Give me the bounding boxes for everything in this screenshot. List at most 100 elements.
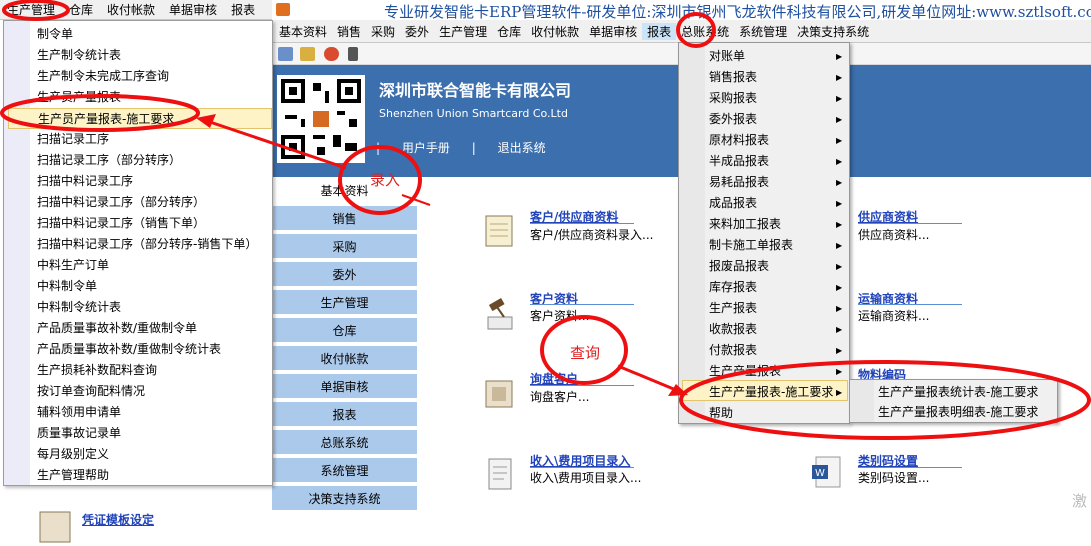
report-menu-item[interactable]: 原材料报表 xyxy=(709,130,769,151)
report-menu-item[interactable]: 收款报表 xyxy=(709,319,757,340)
menu-item[interactable]: 生产损耗补数配料查询 xyxy=(37,360,157,381)
grid-icon[interactable] xyxy=(278,47,293,61)
submenu-item-detail[interactable]: 生产产量报表明细表-施工要求 xyxy=(878,402,1038,422)
menu-item[interactable]: 扫描中料记录工序（部分转序） xyxy=(37,192,205,213)
side-nav-production[interactable]: 生产管理 xyxy=(272,290,417,316)
menu-gutter xyxy=(679,43,705,423)
report-menu-item[interactable]: 委外报表 xyxy=(709,109,757,130)
refresh-icon[interactable] xyxy=(324,47,339,61)
report-menu-item[interactable]: 制卡施工单报表 xyxy=(709,235,793,256)
submenu-arrow-icon: ▶ xyxy=(836,325,843,334)
side-nav-reports[interactable]: 报表 xyxy=(272,402,417,428)
menu-system[interactable]: 系统管理 xyxy=(734,23,792,40)
menu-reports[interactable]: 报表 xyxy=(642,22,677,40)
side-nav-warehouse[interactable]: 仓库 xyxy=(272,318,417,344)
report-menu-item[interactable]: 报废品报表 xyxy=(709,256,769,277)
app-icon xyxy=(276,3,290,16)
outer-menu-warehouse[interactable]: 仓库 xyxy=(62,1,100,18)
tile-underline xyxy=(858,467,962,468)
submenu-arrow-icon: ▶ xyxy=(836,283,843,292)
banner-links: | 用户手册 | 退出系统 xyxy=(376,139,564,156)
menu-item[interactable]: 辅料领用申请单 xyxy=(37,402,121,423)
report-menu-item[interactable]: 帮助 xyxy=(709,403,733,424)
report-menu-item[interactable]: 销售报表 xyxy=(709,67,757,88)
menu-item[interactable]: 扫描中料记录工序 xyxy=(37,171,133,192)
menu-item[interactable]: 生产管理帮助 xyxy=(37,465,109,486)
menu-item[interactable]: 每月级别定义 xyxy=(37,444,109,465)
document-icon[interactable] xyxy=(480,455,518,493)
menu-ledger[interactable]: 总账系统 xyxy=(676,23,734,40)
menu-decision[interactable]: 决策支持系统 xyxy=(792,23,874,40)
menu-production[interactable]: 生产管理 xyxy=(434,23,492,40)
report-menu-item[interactable]: 付款报表 xyxy=(709,340,757,361)
menu-item[interactable]: 扫描中料记录工序（销售下单） xyxy=(37,213,205,234)
menu-item[interactable]: 中料生产订单 xyxy=(37,255,109,276)
menu-basic-info[interactable]: 基本资料 xyxy=(274,23,332,40)
menu-item[interactable]: 按订单查询配料情况 xyxy=(37,381,145,402)
submenu-arrow-icon: ▶ xyxy=(836,367,843,376)
qr-code-icon xyxy=(277,75,365,163)
side-nav-purchase[interactable]: 采购 xyxy=(272,234,417,260)
menu-warehouse[interactable]: 仓库 xyxy=(492,23,526,40)
outer-menu-reports[interactable]: 报表 xyxy=(224,1,262,18)
menu-item[interactable]: 产品质量事故补数/重做制令统计表 xyxy=(37,339,221,360)
svg-text:W: W xyxy=(815,468,825,479)
report-menu-item[interactable]: 来料加工报表 xyxy=(709,214,781,235)
company-name-en: Shenzhen Union Smartcard Co.Ltd xyxy=(379,107,568,120)
report-menu-item[interactable]: 易耗品报表 xyxy=(709,172,769,193)
report-menu-item[interactable]: 成品报表 xyxy=(709,193,757,214)
report-menu-item[interactable]: 库存报表 xyxy=(709,277,757,298)
report-menu-item[interactable]: 生产产量报表-施工要求 xyxy=(709,382,833,403)
menu-item-selected[interactable]: 生产员产量报表-施工要求 xyxy=(8,108,272,129)
notepad-icon[interactable] xyxy=(480,212,518,250)
menu-gutter xyxy=(4,21,30,485)
side-nav-sales[interactable]: 销售 xyxy=(272,206,417,232)
side-nav-ledger[interactable]: 总账系统 xyxy=(272,430,417,456)
side-nav-decision[interactable]: 决策支持系统 xyxy=(272,486,417,512)
outer-menu-audit[interactable]: 单据审核 xyxy=(162,1,224,18)
report-menu-item[interactable]: 对账单 xyxy=(709,46,745,67)
menu-item[interactable]: 扫描记录工序（部分转序） xyxy=(37,150,181,171)
submenu-arrow-icon: ▶ xyxy=(836,262,843,271)
menu-item[interactable]: 生产制令未完成工序查询 xyxy=(37,66,169,87)
report-menu-item[interactable]: 半成品报表 xyxy=(709,151,769,172)
menu-item[interactable]: 扫描记录工序 xyxy=(37,129,109,150)
menu-sales[interactable]: 销售 xyxy=(332,23,366,40)
menu-audit[interactable]: 单据审核 xyxy=(584,23,642,40)
submenu-arrow-icon: ▶ xyxy=(836,241,843,250)
menu-item[interactable]: 中料制令统计表 xyxy=(37,297,121,318)
exit-icon[interactable] xyxy=(348,47,358,61)
menu-item[interactable]: 产品质量事故补数/重做制令单 xyxy=(37,318,197,339)
voucher-icon[interactable] xyxy=(36,508,74,546)
menu-item[interactable]: 生产制令统计表 xyxy=(37,45,121,66)
gavel-icon[interactable] xyxy=(480,295,518,333)
side-nav-system[interactable]: 系统管理 xyxy=(272,458,417,484)
outer-menu-production[interactable]: 生产管理 xyxy=(0,1,62,18)
menu-item[interactable]: 中料制令单 xyxy=(37,276,97,297)
side-nav-payments[interactable]: 收付帐款 xyxy=(272,346,417,372)
menu-item[interactable]: 制令单 xyxy=(37,24,73,45)
company-name-cn: 深圳市联合智能卡有限公司 xyxy=(379,81,572,100)
tile-underline xyxy=(858,304,962,305)
annotation-query-label: 查询 xyxy=(570,344,601,362)
menu-outsource[interactable]: 委外 xyxy=(400,23,434,40)
menu-item[interactable]: 扫描中料记录工序（部分转序-销售下单） xyxy=(37,234,257,255)
side-nav-outsource[interactable]: 委外 xyxy=(272,262,417,288)
menu-purchase[interactable]: 采购 xyxy=(366,23,400,40)
people-icon[interactable] xyxy=(300,47,315,61)
exit-system-link[interactable]: 退出系统 xyxy=(498,141,546,155)
inquiry-icon[interactable] xyxy=(480,375,518,413)
word-document-icon[interactable]: W xyxy=(808,453,846,491)
user-manual-link[interactable]: 用户手册 xyxy=(402,141,450,155)
menu-item[interactable]: 生产员产量报表 xyxy=(37,87,121,108)
side-nav: 基本资料 销售 采购 委外 生产管理 仓库 收付帐款 单据审核 报表 总账系统 … xyxy=(272,178,417,520)
side-nav-audit[interactable]: 单据审核 xyxy=(272,374,417,400)
report-menu-item[interactable]: 生产产量报表 xyxy=(709,361,781,382)
report-menu-item[interactable]: 生产报表 xyxy=(709,298,757,319)
outer-menu-payments[interactable]: 收付帐款 xyxy=(100,1,162,18)
menu-payments[interactable]: 收付帐款 xyxy=(526,23,584,40)
submenu-arrow-icon: ▶ xyxy=(836,115,843,124)
submenu-item-statistics[interactable]: 生产产量报表统计表-施工要求 xyxy=(878,382,1038,402)
menu-item[interactable]: 质量事故记录单 xyxy=(37,423,121,444)
report-menu-item[interactable]: 采购报表 xyxy=(709,88,757,109)
